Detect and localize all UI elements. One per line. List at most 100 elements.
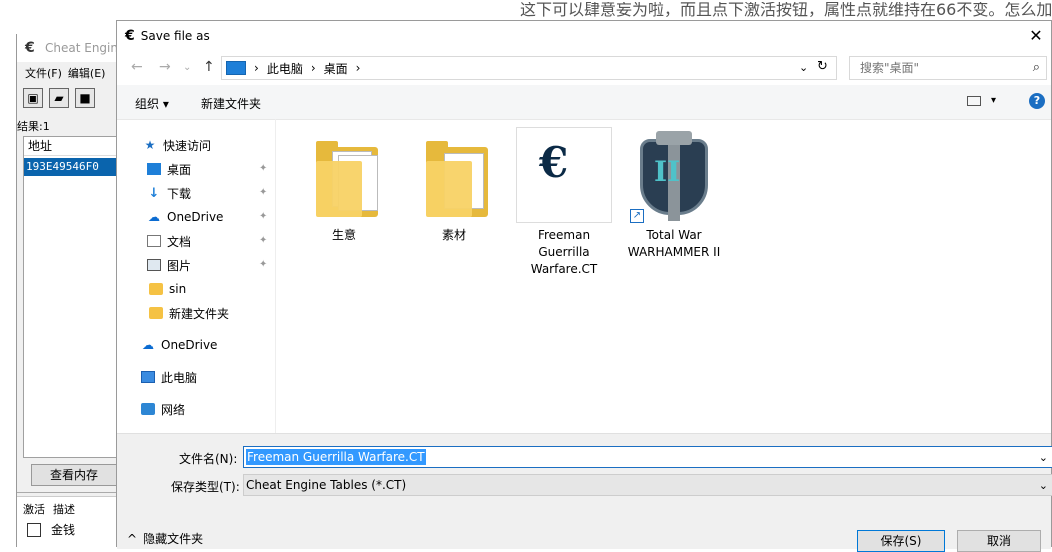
address-bar[interactable]: › 此电脑 › 桌面 › <box>221 56 837 80</box>
view-options-icon[interactable] <box>967 96 981 106</box>
search-box[interactable]: ⌕ <box>849 56 1047 80</box>
folder-icon <box>316 141 378 217</box>
nav-item-network[interactable]: 网络 <box>141 399 185 419</box>
recent-chevron-icon[interactable]: ⌄ <box>183 62 191 73</box>
nav-label: sin <box>169 282 187 296</box>
nav-item-downloads[interactable]: ↓ 下载 <box>147 183 191 203</box>
up-arrow-icon[interactable]: ↑ <box>203 59 215 75</box>
breadcrumb-this-pc[interactable]: 此电脑 <box>267 60 303 77</box>
nav-label: 桌面 <box>167 162 192 177</box>
ce-col-active[interactable]: 激活 <box>23 501 45 517</box>
cheat-engine-logo-icon: € <box>25 40 35 56</box>
chevron-up-icon: ^ <box>127 531 138 546</box>
file-name: Freeman Guerrilla Warfare.CT <box>530 228 598 276</box>
ce-menu-file[interactable]: 文件(F) <box>25 65 62 81</box>
save-disk-icon[interactable]: ■ <box>75 88 95 108</box>
back-arrow-icon[interactable]: ← <box>131 59 143 75</box>
nav-label: 新建文件夹 <box>169 306 230 321</box>
nav-label: 此电脑 <box>161 370 198 385</box>
nav-item-documents[interactable]: 文档 <box>147 231 191 251</box>
ce-menu-edit[interactable]: 编辑(E) <box>68 65 106 81</box>
ce-toolbar: ▣ ▰ ■ <box>23 88 95 108</box>
ce-cheat-table: 激活 描述 金钱 <box>17 496 119 548</box>
ce-title-bar: € Cheat Engin <box>17 34 119 62</box>
nav-item-sin[interactable]: sin <box>149 279 186 299</box>
dialog-title: Save file as <box>140 29 210 43</box>
command-bar: 组织 ▾ 新建文件夹 ▾ ? <box>117 85 1051 120</box>
active-checkbox[interactable] <box>27 522 41 537</box>
nav-item-onedrive-pinned[interactable]: ☁ OneDrive <box>147 207 223 227</box>
new-folder-button[interactable]: 新建文件夹 <box>201 95 261 112</box>
ce-address-row[interactable]: 193E49546F0 <box>24 158 118 176</box>
help-icon[interactable]: ? <box>1029 93 1045 109</box>
breadcrumb-separator-icon: › <box>355 61 361 75</box>
open-folder-icon[interactable]: ▰ <box>49 88 69 108</box>
pin-icon[interactable]: ✦ <box>259 259 267 270</box>
refresh-icon[interactable]: ↻ <box>817 59 828 74</box>
breadcrumb-separator-icon: › <box>254 61 259 75</box>
save-file-dialog: € Save file as ✕ ← → ⌄ ↑ › 此电脑 › 桌面 › ⌄ … <box>116 20 1052 552</box>
hide-folders-toggle[interactable]: ^ 隐藏文件夹 <box>127 530 203 547</box>
nav-label: 网络 <box>161 402 186 417</box>
pin-icon[interactable]: ✦ <box>259 211 267 222</box>
nav-item-desktop[interactable]: 桌面 <box>147 159 191 179</box>
file-item-folder[interactable]: 素材 <box>406 127 502 244</box>
breadcrumb-desktop[interactable]: 桌面 <box>324 60 348 77</box>
nav-item-onedrive[interactable]: ☁ OneDrive <box>141 335 217 355</box>
file-name: 生意 <box>331 228 356 242</box>
cloud-icon: ☁ <box>148 210 160 224</box>
document-icon <box>147 235 161 247</box>
ce-menu-bar: 文件(F) 编辑(E) <box>17 62 119 84</box>
pin-icon[interactable]: ✦ <box>259 187 267 198</box>
file-item-folder[interactable]: 生意 <box>296 127 392 244</box>
file-item-ct[interactable]: € Freeman Guerrilla Warfare.CT <box>516 127 612 278</box>
close-icon[interactable]: ✕ <box>1027 26 1045 45</box>
filetype-select[interactable]: Cheat Engine Tables (*.CT) ⌄ <box>243 474 1052 496</box>
table-row[interactable]: 金钱 <box>17 517 119 538</box>
search-input[interactable] <box>858 60 1022 76</box>
forward-arrow-icon[interactable]: → <box>159 59 171 75</box>
nav-item-new-folder[interactable]: 新建文件夹 <box>149 303 229 323</box>
cheat-engine-logo-icon: € <box>125 28 135 44</box>
navigation-pane: ★ 快速访问 桌面 ✦ ↓ 下载 ✦ ☁ OneDrive ✦ 文档 ✦ 图片 … <box>117 119 275 489</box>
nav-item-quick-access[interactable]: ★ 快速访问 <box>143 135 211 155</box>
search-icon[interactable]: ⌕ <box>1033 60 1040 75</box>
filetype-value: Cheat Engine Tables (*.CT) <box>246 478 407 492</box>
download-icon: ↓ <box>148 185 160 201</box>
ce-col-description[interactable]: 描述 <box>53 501 75 517</box>
chevron-down-icon[interactable]: ▾ <box>991 95 996 106</box>
filename-input[interactable]: Freeman Guerrilla Warfare.CT ⌄ <box>243 446 1052 468</box>
chevron-down-icon[interactable]: ⌄ <box>1039 451 1048 464</box>
organize-button[interactable]: 组织 ▾ <box>135 95 169 112</box>
ce-divider <box>17 492 119 493</box>
save-options-area: 文件名(N): Freeman Guerrilla Warfare.CT ⌄ 保… <box>117 433 1052 552</box>
nav-item-this-pc[interactable]: 此电脑 <box>141 367 197 387</box>
pin-icon[interactable]: ✦ <box>259 235 267 246</box>
breadcrumb-separator-icon: › <box>310 61 316 75</box>
chevron-down-icon[interactable]: ⌄ <box>1039 479 1048 492</box>
filename-label: 文件名(N): <box>179 452 238 466</box>
ce-list-header[interactable]: 地址 <box>24 137 118 156</box>
nav-label: 图片 <box>167 258 192 273</box>
file-list-view: 生意 素材 € Freeman Guerrilla Warfare.CT II … <box>275 119 1052 433</box>
nav-label: OneDrive <box>161 338 218 352</box>
nav-label: OneDrive <box>167 210 224 224</box>
process-select-icon[interactable]: ▣ <box>23 88 43 108</box>
desktop-icon <box>147 163 161 175</box>
file-item-shortcut[interactable]: II ↗ Total War WARHAMMER II <box>626 127 722 261</box>
save-button[interactable]: 保存(S) <box>857 530 945 552</box>
cancel-button[interactable]: 取消 <box>957 530 1041 552</box>
file-name: Total War WARHAMMER II <box>627 228 721 259</box>
hide-folders-label: 隐藏文件夹 <box>143 532 204 546</box>
shortcut-arrow-icon: ↗ <box>630 209 644 223</box>
nav-item-pictures[interactable]: 图片 <box>147 255 191 275</box>
folder-icon <box>149 283 163 295</box>
view-memory-button[interactable]: 查看内存 <box>31 464 117 486</box>
computer-icon <box>141 371 155 383</box>
navigation-bar: ← → ⌄ ↑ › 此电脑 › 桌面 › ⌄ ↻ ⌕ <box>117 53 1051 83</box>
pin-icon[interactable]: ✦ <box>259 163 267 174</box>
dialog-title-bar: € Save file as <box>117 21 1051 51</box>
chevron-down-icon[interactable]: ⌄ <box>799 61 808 74</box>
filename-value[interactable]: Freeman Guerrilla Warfare.CT <box>246 449 426 465</box>
cheat-engine-window: € Cheat Engin 文件(F) 编辑(E) ▣ ▰ ■ 结果:1 地址 … <box>16 34 119 548</box>
